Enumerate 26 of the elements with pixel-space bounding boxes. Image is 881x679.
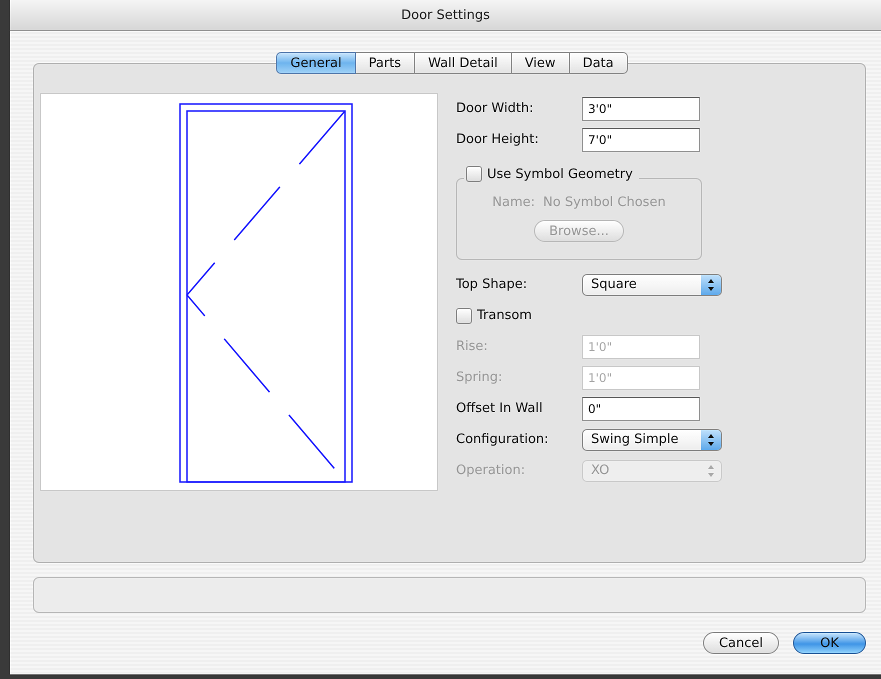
field-label: Door Width:: [456, 101, 535, 116]
tab[interactable]: Wall Detail: [415, 52, 512, 74]
tab[interactable]: General: [276, 52, 356, 74]
tab[interactable]: View: [512, 52, 570, 74]
field-label: Spring:: [456, 370, 504, 385]
input-field[interactable]: 3'0": [582, 96, 700, 120]
dialog-button[interactable]: Cancel: [703, 632, 779, 654]
field-label: Rise:: [456, 339, 489, 354]
input-field[interactable]: 7'0": [582, 128, 700, 152]
name-label: Name:: [492, 195, 536, 210]
window-title: Door Settings: [401, 8, 490, 22]
field-label: Door Height:: [456, 132, 540, 147]
tab[interactable]: Parts: [356, 52, 416, 74]
field-label: Operation:: [456, 463, 526, 478]
symbol-name: No Symbol Chosen: [543, 195, 666, 210]
checkbox[interactable]: Transom: [456, 308, 532, 324]
field-label: Offset In Wall: [456, 401, 544, 416]
input-field[interactable]: 0": [582, 396, 700, 420]
stepper-arrows-icon: [701, 430, 721, 450]
dropdown[interactable]: Swing Simple: [582, 428, 722, 450]
dialog-button[interactable]: OK: [793, 632, 866, 654]
field-label: Configuration:: [456, 432, 550, 447]
field-label: Top Shape:: [456, 277, 528, 292]
tab[interactable]: Data: [570, 52, 628, 74]
stepper-arrows-icon: [701, 274, 721, 294]
dropdown[interactable]: Square: [582, 274, 722, 296]
